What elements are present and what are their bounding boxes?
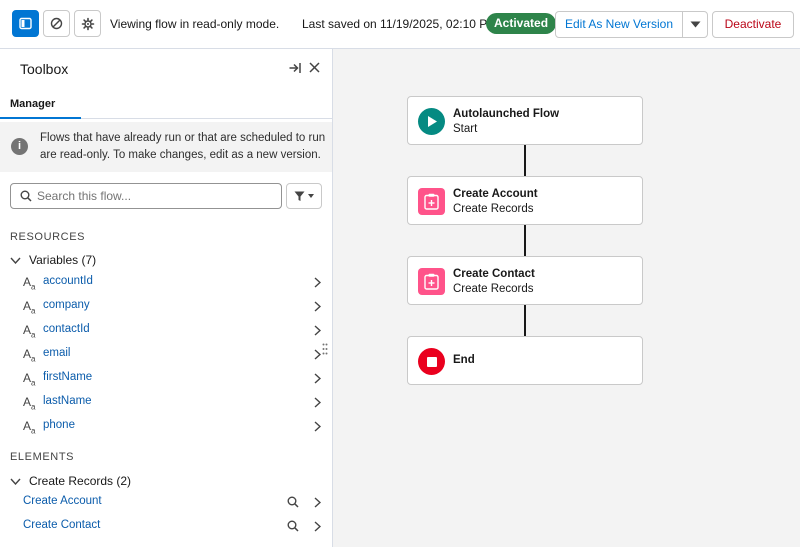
- dock-panel-icon[interactable]: [288, 61, 302, 75]
- filter-icon: [294, 191, 305, 201]
- variable-label[interactable]: email: [43, 347, 70, 359]
- chevron-right-icon[interactable]: [314, 397, 321, 408]
- errors-button[interactable]: [43, 10, 70, 37]
- search-box[interactable]: [10, 183, 282, 209]
- toolbox-title: Toolbox: [20, 61, 69, 77]
- variable-item[interactable]: Aa lastName: [0, 390, 333, 414]
- element-label[interactable]: Create Account: [23, 495, 102, 507]
- chevron-right-icon[interactable]: [314, 421, 321, 432]
- chevron-right-icon[interactable]: [314, 301, 321, 312]
- toolbox-panel: Toolbox Manager i Flows that have alread…: [0, 49, 333, 547]
- edit-as-new-version-button[interactable]: Edit As New Version: [555, 11, 683, 38]
- flow-node-start[interactable]: Autolaunched Flow Start: [407, 96, 643, 145]
- create-records-group-label: Create Records (2): [29, 474, 132, 488]
- element-item[interactable]: Create Contact: [0, 514, 333, 538]
- chevron-right-icon[interactable]: [314, 349, 321, 360]
- variable-item[interactable]: Aa accountId: [0, 270, 333, 294]
- connector-line: [524, 224, 526, 256]
- stop-icon: [418, 348, 445, 375]
- node-subtitle: Create Records: [453, 203, 534, 215]
- flow-node-create-contact[interactable]: Create Contact Create Records: [407, 256, 643, 305]
- toggle-toolbox-button[interactable]: [12, 10, 39, 37]
- node-title: End: [453, 354, 475, 366]
- search-icon[interactable]: [287, 520, 299, 532]
- element-item[interactable]: Create Account: [0, 490, 333, 514]
- chevron-down-icon: [10, 478, 21, 485]
- text-type-icon: Aa: [23, 371, 36, 388]
- node-title: Create Account: [453, 188, 538, 200]
- node-title: Create Contact: [453, 268, 535, 280]
- chevron-right-icon[interactable]: [314, 521, 321, 532]
- notice-text: Flows that have already run or that are …: [40, 132, 326, 161]
- text-type-icon: Aa: [23, 299, 36, 316]
- node-subtitle: Start: [453, 123, 478, 135]
- record-create-icon: [418, 188, 445, 215]
- chevron-down-icon: [690, 21, 700, 28]
- record-create-icon: [418, 268, 445, 295]
- elements-heading: ELEMENTS: [10, 451, 75, 463]
- text-type-icon: Aa: [23, 419, 36, 436]
- variable-item[interactable]: Aa firstName: [0, 366, 333, 390]
- resources-heading: RESOURCES: [10, 231, 86, 243]
- text-type-icon: Aa: [23, 323, 36, 340]
- node-title: Autolaunched Flow: [453, 108, 560, 120]
- filter-button[interactable]: [286, 183, 322, 209]
- variable-label[interactable]: accountId: [43, 275, 93, 287]
- status-badge: Activated: [486, 13, 557, 34]
- chevron-down-icon: [10, 257, 21, 264]
- play-icon: [418, 108, 445, 135]
- chevron-right-icon[interactable]: [314, 373, 321, 384]
- tab-manager[interactable]: Manager: [10, 98, 55, 110]
- flow-node-end[interactable]: End: [407, 336, 643, 385]
- toggle-toolbox-icon: [19, 17, 32, 30]
- chevron-down-icon: [308, 194, 314, 198]
- variable-item[interactable]: Aa email: [0, 342, 333, 366]
- search-icon[interactable]: [287, 496, 299, 508]
- read-only-notice: i Flows that have already run or that ar…: [0, 122, 332, 172]
- chevron-right-icon[interactable]: [314, 277, 321, 288]
- text-type-icon: Aa: [23, 347, 36, 364]
- variable-item[interactable]: Aa phone: [0, 414, 333, 438]
- node-subtitle: Create Records: [453, 283, 534, 295]
- connector-line: [524, 145, 526, 176]
- variable-item[interactable]: Aa company: [0, 294, 333, 318]
- variable-label[interactable]: contactId: [43, 323, 90, 335]
- tab-active-indicator: [0, 117, 81, 119]
- deactivate-button[interactable]: Deactivate: [712, 11, 794, 38]
- settings-gear-icon: [81, 17, 94, 30]
- variables-group-toggle[interactable]: Variables (7): [10, 252, 96, 268]
- element-label[interactable]: Create Contact: [23, 519, 100, 531]
- variable-label[interactable]: company: [43, 299, 90, 311]
- search-icon: [20, 190, 32, 202]
- chevron-right-icon[interactable]: [314, 325, 321, 336]
- text-type-icon: Aa: [23, 395, 36, 412]
- close-icon[interactable]: [309, 62, 320, 73]
- info-icon: i: [11, 138, 28, 155]
- more-actions-dropdown-button[interactable]: [682, 11, 708, 38]
- connector-line: [524, 304, 526, 336]
- search-input[interactable]: [37, 188, 277, 204]
- tab-bar: Manager: [0, 89, 333, 119]
- errors-icon: [50, 17, 63, 30]
- last-saved-text: Last saved on 11/19/2025, 02:10 PM: [302, 17, 498, 31]
- settings-button[interactable]: [74, 10, 101, 37]
- variable-label[interactable]: firstName: [43, 371, 92, 383]
- top-toolbar: Viewing flow in read-only mode. Last sav…: [0, 0, 800, 49]
- variable-label[interactable]: lastName: [43, 395, 92, 407]
- read-only-mode-text: Viewing flow in read-only mode.: [110, 17, 280, 31]
- variable-label[interactable]: phone: [43, 419, 75, 431]
- variable-item[interactable]: Aa contactId: [0, 318, 333, 342]
- panel-resize-grip-icon[interactable]: [322, 343, 328, 355]
- variables-group-label: Variables (7): [29, 253, 97, 267]
- create-records-group-toggle[interactable]: Create Records (2): [10, 473, 131, 489]
- chevron-right-icon[interactable]: [314, 497, 321, 508]
- flow-node-create-account[interactable]: Create Account Create Records: [407, 176, 643, 225]
- text-type-icon: Aa: [23, 275, 36, 292]
